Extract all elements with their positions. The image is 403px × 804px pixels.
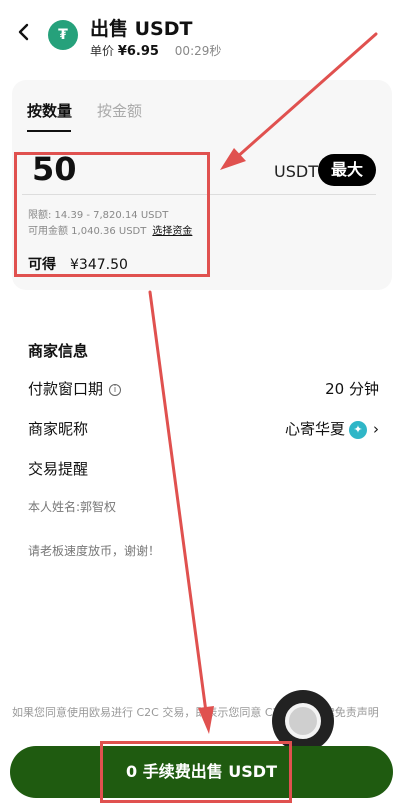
verified-badge-icon: ✦ <box>349 420 367 439</box>
page-title: 出售 USDT <box>90 18 193 40</box>
payment-window-value: 20 分钟 <box>325 380 379 398</box>
payment-window-row: 付款窗口期 i 20 分钟 <box>28 380 379 398</box>
chevron-right-icon: › <box>373 420 379 438</box>
max-button[interactable]: 最大 <box>318 154 376 186</box>
real-name-note: 本人姓名:郭智权 <box>28 500 117 514</box>
tab-by-amount[interactable]: 按金额 <box>97 100 142 121</box>
countdown-timer: 00:29秒 <box>174 44 222 58</box>
annotation-box-amount <box>14 152 210 277</box>
currency-unit: USDT <box>274 162 318 181</box>
back-arrow-icon[interactable] <box>12 18 36 46</box>
merchant-nickname: 心寄华夏 <box>284 420 345 438</box>
sell-usdt-screen: ₮ 出售 USDT 单价 ¥6.95 00:29秒 按数量 按金额 50 USD… <box>0 0 403 804</box>
merchant-nickname-row[interactable]: 商家昵称 心寄华夏 ✦ › <box>28 418 379 442</box>
annotation-arrow-bottom <box>148 290 208 714</box>
active-tab-indicator <box>27 130 71 132</box>
merchant-message: 请老板速度放币，谢谢！ <box>28 544 161 558</box>
legal-disclaimer: 如果您同意使用欧易进行 C2C 交易，即表示您同意 C2C 交易法律免责声明 <box>12 706 379 719</box>
price-value: ¥6.95 <box>117 44 159 59</box>
price-label: 单价 <box>90 44 115 58</box>
annotation-box-sell-button <box>100 741 292 803</box>
price-line: 单价 ¥6.95 00:29秒 <box>90 42 221 59</box>
trade-reminder-row: 交易提醒 <box>28 460 89 478</box>
merchant-info-title: 商家信息 <box>28 342 89 360</box>
usdt-coin-icon: ₮ <box>48 20 78 50</box>
info-icon[interactable]: i <box>109 383 122 396</box>
tab-by-quantity[interactable]: 按数量 <box>27 100 72 121</box>
